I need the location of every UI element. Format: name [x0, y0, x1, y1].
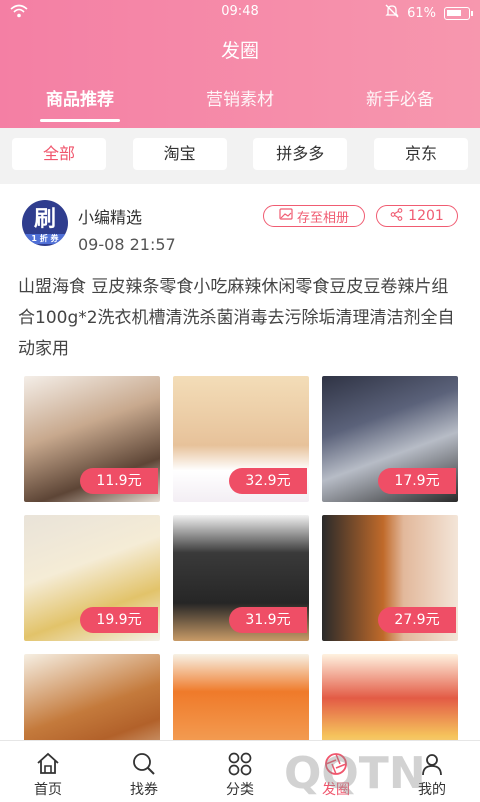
product-image-4[interactable]: 19.9元	[24, 515, 160, 641]
price-tag: 17.9元	[378, 468, 456, 494]
status-bar: 09:48 61%	[0, 0, 480, 26]
filter-jd[interactable]: 京东	[373, 138, 468, 170]
bell-off-icon	[385, 4, 399, 22]
avatar-logo-text: 刷	[33, 207, 56, 232]
nav-category-label: 分类	[226, 782, 254, 798]
product-image-6[interactable]: 27.9元	[322, 515, 458, 641]
price-tag: 19.9元	[80, 607, 158, 633]
product-image-1[interactable]: 11.9元	[24, 376, 160, 502]
home-icon	[35, 751, 61, 777]
product-image-3[interactable]: 17.9元	[322, 376, 458, 502]
tab-marketing-material[interactable]: 营销素材	[160, 88, 320, 124]
filter-all[interactable]: 全部	[12, 138, 106, 170]
page-title: 发圈	[220, 40, 259, 62]
tab-bar: 商品推荐 营销素材 新手必备	[0, 88, 480, 124]
product-image-2[interactable]: 32.9元	[173, 376, 309, 502]
price-tag: 31.9元	[229, 607, 307, 633]
share-count: 1201	[408, 208, 444, 224]
nav-find-coupon[interactable]: 找券	[96, 741, 192, 800]
product-image-5[interactable]: 31.9元	[173, 515, 309, 641]
header: 09:48 61% 发圈 商品推荐 营销素材 新手必备	[0, 0, 480, 128]
platform-filter-bar: 全部 淘宝 拼多多 京东	[0, 128, 480, 184]
avatar[interactable]: 刷 1 折 券	[22, 200, 68, 246]
search-icon	[131, 751, 157, 777]
filter-pinduoduo[interactable]: 拼多多	[253, 138, 348, 170]
battery-icon	[444, 6, 473, 20]
post-time: 09-08 21:57	[78, 235, 176, 254]
image-icon	[279, 208, 293, 224]
price-tag: 32.9元	[229, 468, 307, 494]
price-tag: 27.9元	[378, 607, 456, 633]
nav-home[interactable]: 首页	[0, 741, 96, 800]
category-icon	[227, 751, 253, 777]
filter-taobao[interactable]: 淘宝	[132, 138, 227, 170]
tab-beginner-guide[interactable]: 新手必备	[320, 88, 480, 124]
save-to-album-button[interactable]: 存至相册	[263, 205, 365, 227]
share-button[interactable]: 1201	[376, 205, 458, 227]
nav-home-label: 首页	[34, 782, 62, 798]
post-content: 山盟海食 豆皮辣条零食小吃麻辣休闲零食豆皮豆卷辣片组合100g*2洗衣机槽清洗杀…	[18, 277, 455, 359]
tab-product-recommend[interactable]: 商品推荐	[0, 88, 160, 124]
author-name: 小编精选	[78, 208, 143, 227]
share-icon	[390, 207, 403, 225]
avatar-logo-subtext: 1 折 券	[22, 234, 68, 244]
save-to-album-label: 存至相册	[296, 210, 349, 226]
watermark-logo: QQTN	[274, 742, 474, 799]
svg-text:QQTN: QQTN	[284, 748, 426, 798]
battery-percent: 61%	[407, 5, 436, 21]
nav-find-coupon-label: 找券	[130, 782, 158, 798]
price-tag: 11.9元	[80, 468, 158, 494]
